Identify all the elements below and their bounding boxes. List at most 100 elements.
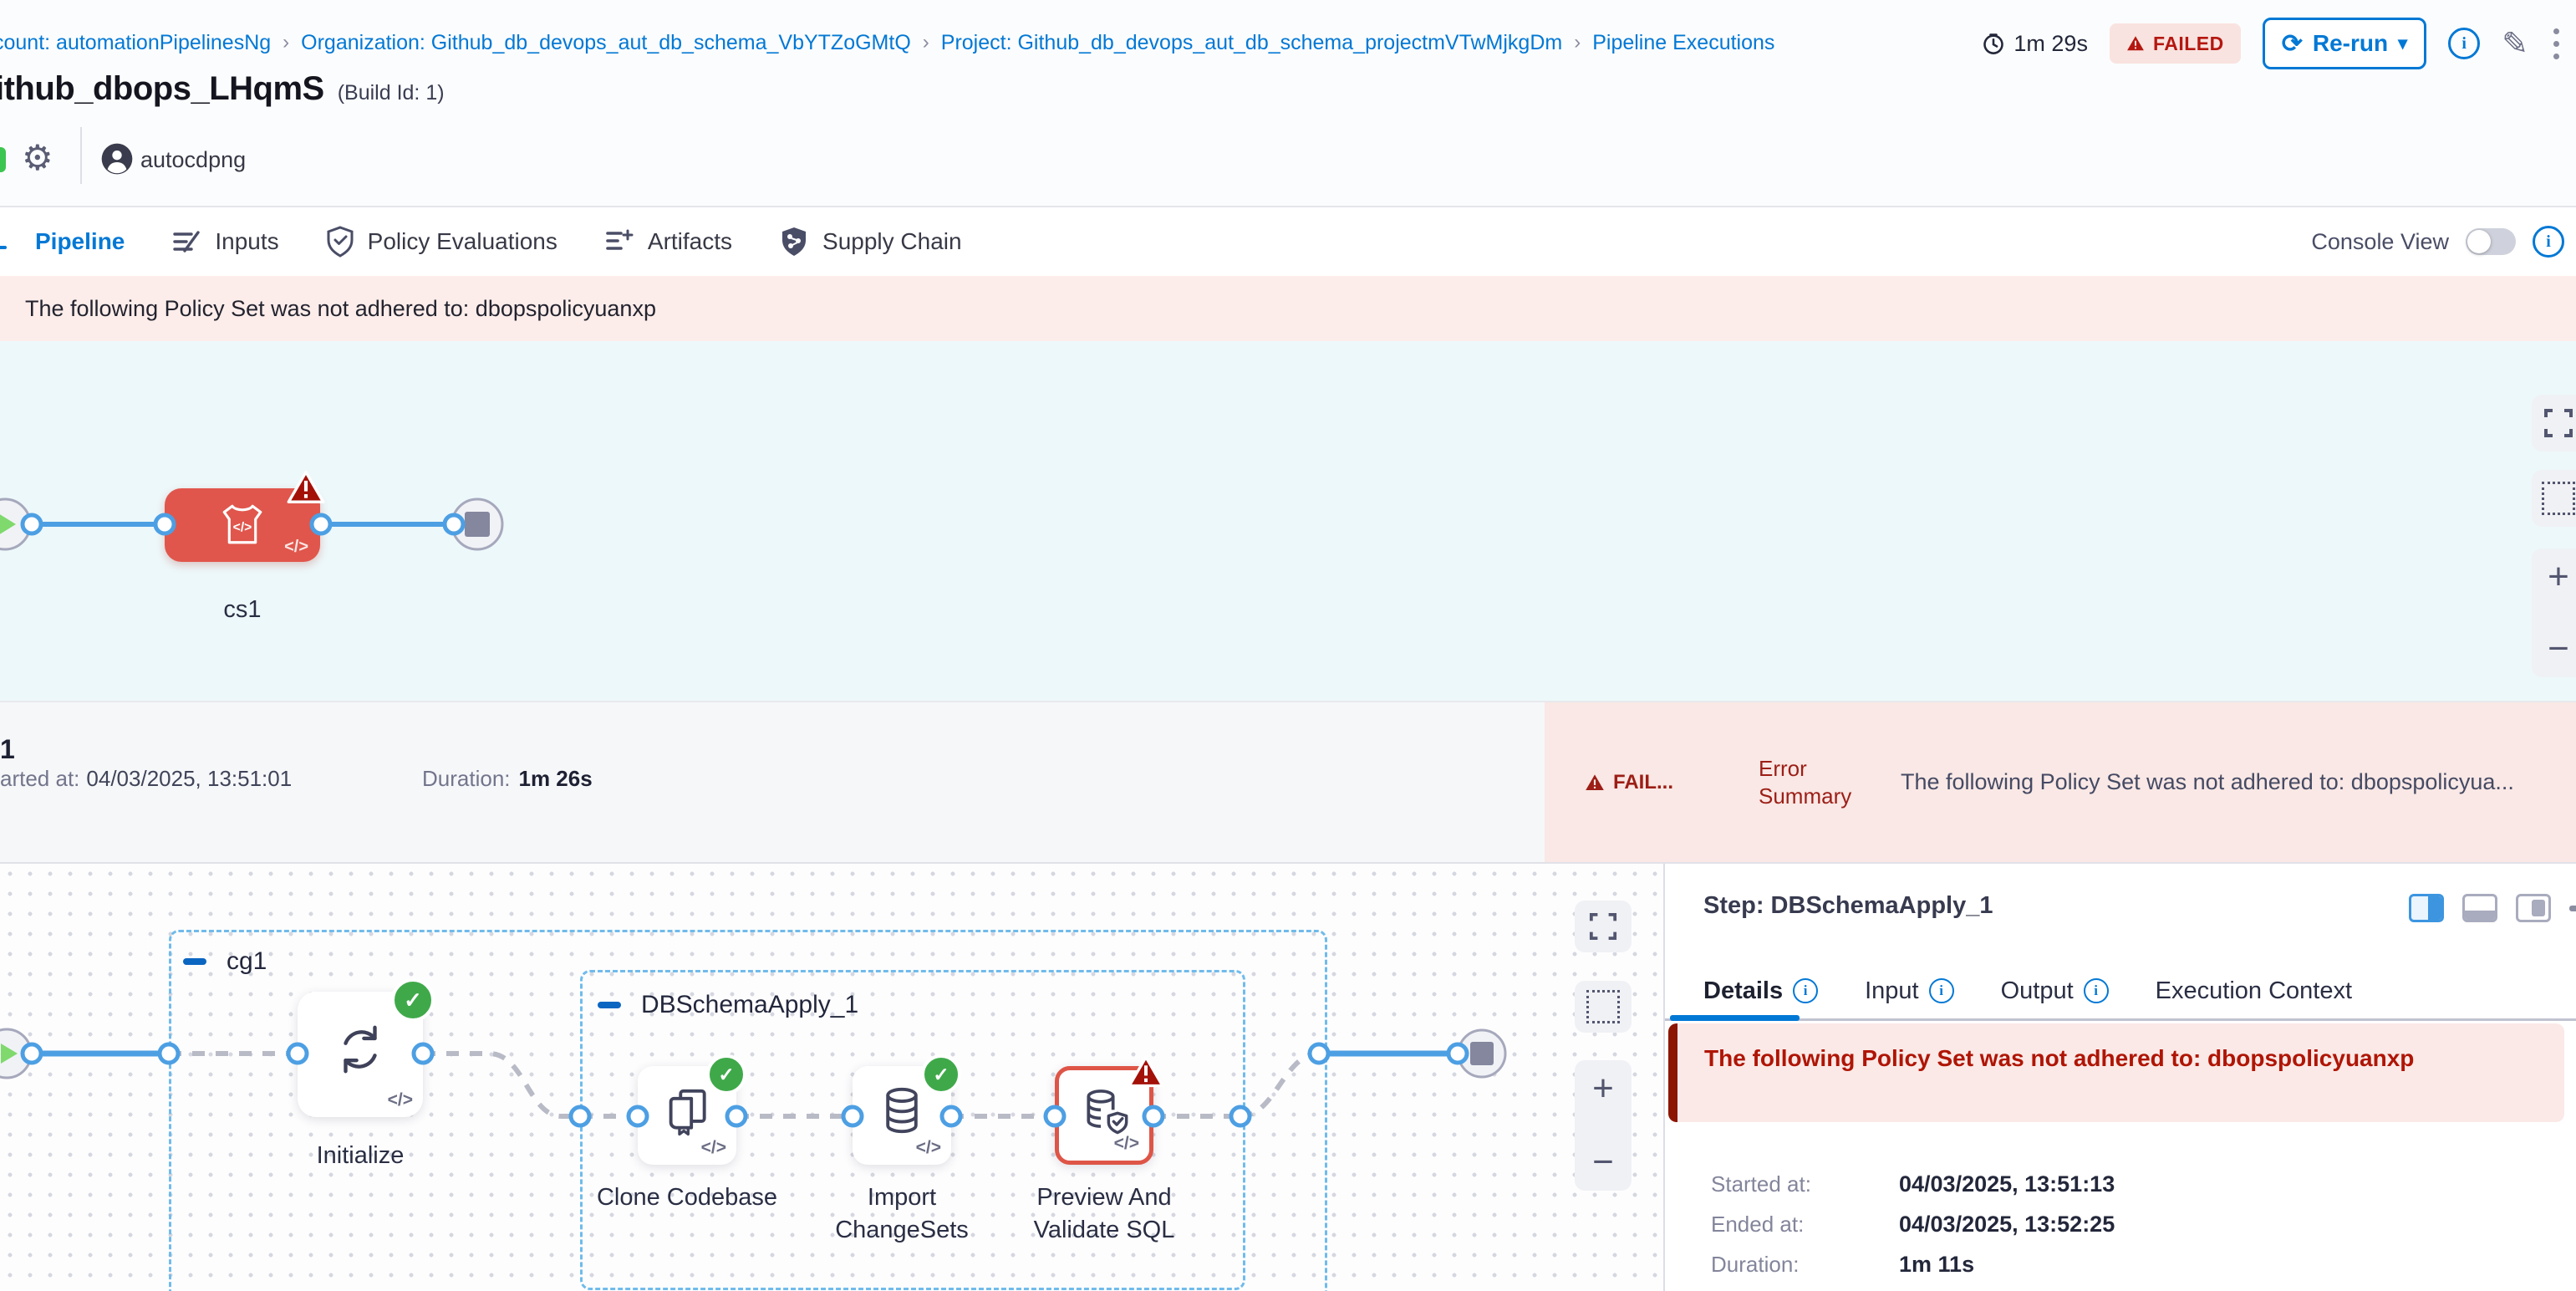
marquee-select-button[interactable]	[2532, 470, 2576, 527]
group-dbschemaapply-label: DBSchemaApply_1	[641, 991, 858, 1019]
collapse-minus-icon[interactable]	[598, 1002, 621, 1008]
end-node	[1459, 1030, 1505, 1077]
started-at-label: arted at:	[0, 766, 79, 792]
code-glyph: </>	[388, 1090, 413, 1110]
zoom-controls: + −	[1575, 1060, 1632, 1191]
warning-icon	[1585, 773, 1605, 792]
step-preview-validate-sql[interactable]: </>	[1055, 1066, 1153, 1165]
panel-layout-controls	[2409, 894, 2576, 922]
step-import-changesets[interactable]: </> ✓	[853, 1066, 951, 1165]
success-check-badge: ✓	[921, 1054, 961, 1095]
step-error-box: The following Policy Set was not adhered…	[1668, 1023, 2564, 1122]
tabs-divider	[1665, 1018, 2576, 1021]
start-node	[0, 1029, 31, 1078]
tab-details[interactable]: Details i	[1703, 977, 1818, 1005]
code-glyph: </>	[701, 1138, 726, 1158]
artifacts-list-icon	[604, 227, 634, 256]
console-view-label: Console View	[2311, 229, 2449, 255]
error-summary-label: Error Summary	[1759, 755, 1867, 809]
step-label-initialize: Initialize	[268, 1140, 452, 1172]
gear-icon[interactable]: ⚙	[22, 140, 53, 176]
group-cg1-header: cg1	[183, 947, 267, 976]
branch-chip-partial	[0, 147, 6, 172]
zoom-in-button[interactable]: +	[1592, 1072, 1614, 1105]
page-title: ithub_dbops_LHqmS	[0, 70, 324, 108]
failed-warning-badge	[287, 470, 325, 505]
step-initialize[interactable]: </> ✓	[298, 992, 423, 1117]
detail-row-started: Started at: 04/03/2025, 13:51:13	[1711, 1171, 2115, 1197]
stage-code-icon: </>	[216, 500, 268, 549]
tab-artifacts[interactable]: Artifacts	[604, 207, 732, 276]
breadcrumb-pipeline-executions[interactable]: Pipeline Executions	[1592, 31, 1774, 55]
console-info-icon[interactable]: i	[2533, 226, 2564, 258]
tab-supply-chain[interactable]: Supply Chain	[779, 207, 962, 276]
stage-node-label: cs1	[165, 596, 320, 624]
started-at-value: 04/03/2025, 13:51:01	[86, 766, 292, 792]
marquee-icon	[2542, 482, 2575, 515]
header-actions: 1m 29s FAILED ⟳ Re-run ▾ i ✎	[1982, 20, 2563, 67]
info-icon[interactable]: i	[2448, 28, 2480, 59]
marquee-select-button[interactable]	[1575, 981, 1632, 1033]
avatar	[100, 142, 134, 176]
stage-error-section: FAIL... Error Summary The following Poli…	[1545, 702, 2576, 862]
step-detail-panel: Step: DBSchemaApply_1 Details i Input i …	[1663, 864, 2576, 1291]
breadcrumb-account[interactable]: count: automationPipelinesNg	[0, 31, 271, 55]
rerun-icon: ⟳	[2282, 29, 2303, 59]
fail-badge: FAIL...	[1585, 771, 1718, 794]
layout-floating-button[interactable]	[2516, 894, 2551, 922]
code-glyph: </>	[284, 538, 308, 557]
fullscreen-button[interactable]	[2532, 395, 2576, 452]
info-icon[interactable]: i	[2084, 978, 2109, 1003]
chevron-down-icon: ▾	[2398, 33, 2407, 54]
step-label-clone-codebase: Clone Codebase	[595, 1181, 779, 1214]
title-row: ithub_dbops_LHqmS (Build Id: 1)	[0, 70, 445, 108]
tab-pipeline[interactable]: Pipeline	[0, 207, 125, 276]
tab-execution-context[interactable]: Execution Context	[2156, 977, 2352, 1005]
stage-graph-canvas[interactable]: </> </> cs1 + −	[0, 341, 2576, 701]
pipeline-execution-page: { "header": { "breadcrumbs": [ "count: a…	[0, 0, 2576, 1291]
console-view-toggle[interactable]	[2466, 228, 2516, 255]
elapsed-time: 1m 29s	[1982, 31, 2088, 57]
code-glyph: </>	[916, 1138, 941, 1158]
breadcrumb-organization[interactable]: Organization: Github_db_devops_aut_db_sc…	[301, 31, 911, 55]
breadcrumb-separator: ›	[283, 31, 289, 54]
zoom-out-button[interactable]: −	[2548, 632, 2569, 666]
layout-right-split-button[interactable]	[2409, 894, 2444, 922]
active-tab-underline	[1670, 1015, 1800, 1021]
initialize-cycle-icon	[331, 1020, 389, 1079]
info-icon[interactable]: i	[1929, 978, 1954, 1003]
duration-label: Duration:	[422, 766, 511, 792]
code-glyph: </>	[1114, 1134, 1139, 1154]
step-clone-codebase[interactable]: </> ✓	[638, 1066, 736, 1165]
stage-node-cs1[interactable]: </> </>	[165, 488, 320, 562]
failed-warning-badge	[1128, 1055, 1164, 1089]
tab-policy-evaluations[interactable]: Policy Evaluations	[326, 207, 557, 276]
layout-bottom-split-button[interactable]	[2462, 894, 2497, 922]
start-node	[0, 499, 30, 549]
duration-value: 1m 26s	[519, 766, 593, 792]
breadcrumb-project[interactable]: Project: Github_db_devops_aut_db_schema_…	[941, 31, 1562, 55]
info-icon[interactable]: i	[1793, 978, 1818, 1003]
collapse-minus-icon[interactable]	[183, 958, 206, 965]
divider	[80, 127, 82, 184]
tab-input[interactable]: Input i	[1865, 977, 1954, 1005]
detail-row-duration: Duration: 1m 11s	[1711, 1252, 1974, 1278]
execution-tabs: Pipeline Inputs Policy Evaluations	[0, 207, 2576, 276]
step-label-import-changesets: Import ChangeSets	[810, 1181, 994, 1247]
error-summary-text: The following Policy Set was not adhered…	[1901, 769, 2514, 795]
step-label-preview-validate-sql: Preview And Validate SQL	[1012, 1181, 1196, 1247]
fullscreen-button[interactable]	[1575, 901, 1632, 952]
zoom-in-button[interactable]: +	[2548, 560, 2569, 594]
step-panel-tabs: Details i Input i Output i Execution Con…	[1703, 969, 2352, 1013]
svg-text:</>: </>	[233, 520, 252, 534]
execution-graph-canvas[interactable]: cg1 DBSchemaApply_1 </> ✓ Initialize </>…	[0, 864, 1663, 1291]
tab-output[interactable]: Output i	[2001, 977, 2109, 1005]
tab-inputs[interactable]: Inputs	[171, 207, 278, 276]
clone-codebase-icon	[661, 1084, 713, 1136]
panel-minimize-button[interactable]	[2569, 906, 2576, 911]
more-options-kebab[interactable]	[2550, 25, 2563, 63]
zoom-out-button[interactable]: −	[1592, 1146, 1614, 1179]
rerun-button[interactable]: ⟳ Re-run ▾	[2263, 18, 2426, 69]
edit-pencil-icon[interactable]: ✎	[2502, 25, 2528, 63]
page-header: count: automationPipelinesNg › Organizat…	[0, 0, 2576, 207]
